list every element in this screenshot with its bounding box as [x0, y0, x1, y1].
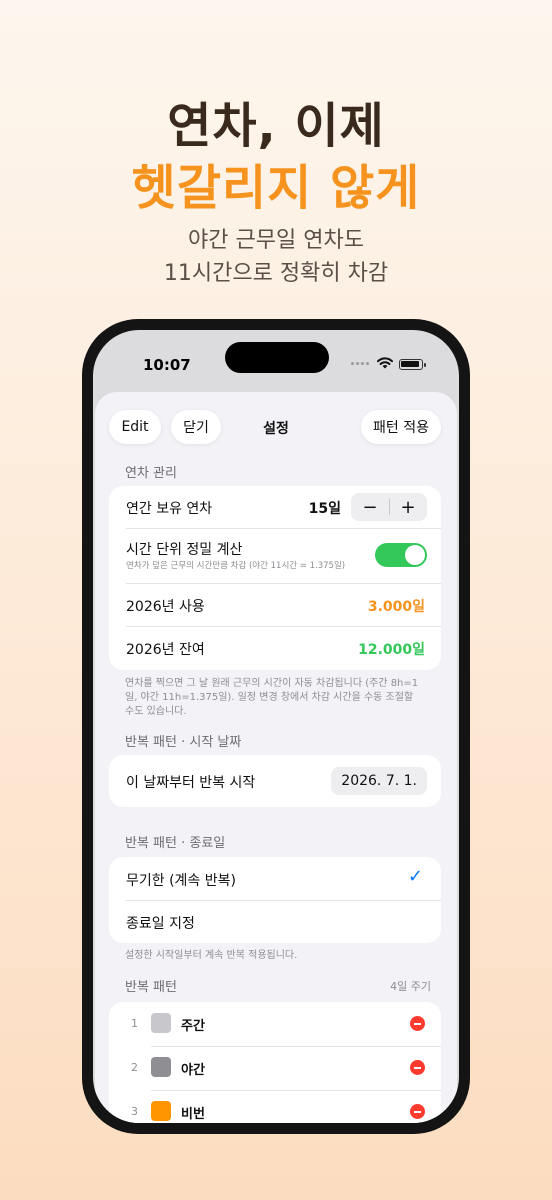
start-date-picker[interactable]: 2026. 7. 1. [331, 767, 427, 795]
start-date-label: 이 날짜부터 반복 시작 [126, 775, 256, 791]
remaining-row: 2026년 잔여 12.000일 [109, 626, 441, 670]
precise-calc-label: 시간 단위 정밀 계산 [126, 542, 243, 558]
pattern-item-number: 2 [131, 1061, 138, 1074]
start-date-card: 이 날짜부터 반복 시작 2026. 7. 1. [109, 755, 441, 807]
annual-leave-stepper: − + [351, 493, 427, 521]
checkmark-icon: ✓ [407, 866, 423, 887]
delete-icon[interactable] [410, 1016, 425, 1031]
start-section-label: 반복 패턴 · 시작 날짜 [125, 735, 242, 750]
wifi-icon [377, 357, 393, 369]
phone-frame: 10:07 Edit 닫기 설정 패턴 적용 연차 관리 연간 보유 연차 15… [82, 319, 470, 1134]
promo-subtitle-line1: 야간 근무일 연차도 [188, 228, 364, 253]
dynamic-island [225, 342, 329, 373]
used-value: 3.000일 [367, 599, 425, 615]
used-row: 2026년 사용 3.000일 [109, 583, 441, 626]
delete-icon[interactable] [410, 1060, 425, 1075]
end-footnote: 설정한 시작일부터 계속 반복 적용됩니다. [125, 950, 298, 961]
annual-leave-row: 연간 보유 연차 15일 − + [109, 486, 441, 528]
color-swatch [151, 1013, 171, 1033]
pattern-item[interactable]: 2 야간 [109, 1046, 441, 1090]
color-swatch [151, 1101, 171, 1121]
pattern-item[interactable]: 3 비번 [109, 1090, 441, 1123]
pattern-item-name: 비번 [181, 1107, 205, 1122]
promo-title-line1: 연차, 이제 [167, 98, 385, 154]
end-option-indefinite[interactable]: 무기한 (계속 반복) ✓ [109, 857, 441, 900]
leave-footnote: 연차를 찍으면 그 날 원래 근무의 시간이 자동 차감됩니다 (주간 8h=1… [125, 678, 419, 717]
pattern-item-name: 주간 [181, 1019, 205, 1034]
pattern-section-label: 반복 패턴 [125, 980, 177, 995]
battery-icon [399, 359, 426, 370]
remaining-label: 2026년 잔여 [126, 642, 205, 658]
delete-icon[interactable] [410, 1104, 425, 1119]
end-option-specific[interactable]: 종료일 지정 [109, 900, 441, 943]
precise-calc-row: 시간 단위 정밀 계산 연차가 덮은 근무의 시간만큼 차감 (야간 11시간 … [109, 528, 441, 583]
pattern-item[interactable]: 1 주간 [109, 1002, 441, 1046]
end-section-label: 반복 패턴 · 종료일 [125, 836, 226, 851]
pattern-cycle: 4일 주기 [390, 980, 431, 993]
annual-leave-value: 15일 [308, 501, 341, 517]
end-option-indefinite-label: 무기한 (계속 반복) [126, 873, 236, 889]
pattern-item-number: 1 [131, 1017, 138, 1030]
increment-button[interactable]: + [389, 497, 427, 518]
leave-section-label: 연차 관리 [125, 466, 177, 481]
status-time: 10:07 [143, 356, 191, 374]
end-option-specific-label: 종료일 지정 [126, 916, 195, 932]
color-swatch [151, 1057, 171, 1077]
pattern-item-name: 야간 [181, 1063, 205, 1078]
pattern-card: 1 주간 2 야간 3 비번 [109, 1002, 441, 1123]
leave-card: 연간 보유 연차 15일 − + 시간 단위 정밀 계산 연차가 덮은 근무의 … [109, 486, 441, 670]
promo-subtitle-line2: 11시간으로 정확히 차감 [163, 261, 389, 286]
apply-pattern-button[interactable]: 패턴 적용 [361, 410, 441, 444]
signal-icon [351, 362, 369, 365]
phone-screen: 10:07 Edit 닫기 설정 패턴 적용 연차 관리 연간 보유 연차 15… [93, 330, 459, 1123]
end-date-card: 무기한 (계속 반복) ✓ 종료일 지정 [109, 857, 441, 943]
remaining-value: 12.000일 [358, 642, 425, 658]
annual-leave-label: 연간 보유 연차 [126, 501, 213, 517]
status-bar: 10:07 [93, 330, 459, 392]
settings-sheet: Edit 닫기 설정 패턴 적용 연차 관리 연간 보유 연차 15일 − + [95, 392, 457, 1123]
pattern-item-number: 3 [131, 1105, 138, 1118]
decrement-button[interactable]: − [351, 497, 389, 518]
precise-calc-desc: 연차가 덮은 근무의 시간만큼 차감 (야간 11시간 = 1.375일) [126, 561, 346, 571]
precise-calc-toggle[interactable] [375, 543, 427, 567]
used-label: 2026년 사용 [126, 599, 205, 615]
promo-title-line2: 헷갈리지 않게 [131, 160, 421, 216]
